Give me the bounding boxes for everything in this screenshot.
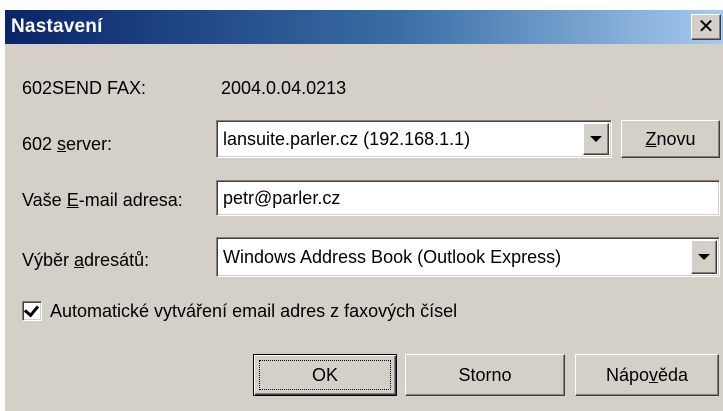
email-label: Vaše E-mail adresa: [22,190,183,210]
chevron-down-icon [590,136,602,142]
help-button[interactable]: Nápověda [575,354,719,396]
settings-dialog: Nastavení ✕ 602SEND FAX: 2004.0.04.0213 … [5,10,723,411]
auto-email-label[interactable]: Automatické vytváření email adres z faxo… [50,300,457,322]
server-select-value: lansuite.parler.cz (192.168.1.1) [223,128,471,149]
ok-button[interactable]: OK [253,354,397,396]
server-dropdown-button[interactable] [583,123,609,155]
cancel-button-label: Storno [458,364,512,385]
server-label: 602 server: [22,134,113,154]
checkmark-icon [23,301,40,318]
help-button-label: Nápověda [605,364,689,385]
fax-version-label: 602SEND FAX: [22,78,147,98]
close-icon: ✕ [697,16,715,38]
email-field-value: petr@parler.cz [223,187,341,208]
recipients-label: Výběr adresátů: [22,250,150,270]
cancel-button[interactable]: Storno [405,354,565,396]
recipients-dropdown-button[interactable] [691,240,717,274]
email-field[interactable]: petr@parler.cz [216,180,720,216]
recipients-select[interactable]: Windows Address Book (Outlook Express) [216,237,720,277]
chevron-down-icon [698,254,710,260]
close-button[interactable]: ✕ [691,14,721,40]
fax-version-value: 2004.0.04.0213 [221,78,347,98]
auto-email-checkbox[interactable] [22,301,42,321]
refresh-button[interactable]: Znovu [621,120,720,158]
focus-rect [259,360,391,390]
dialog-title: Nastavení [11,16,103,37]
refresh-button-label: Znovu [645,128,696,149]
title-bar[interactable]: Nastavení ✕ [5,10,723,44]
server-select[interactable]: lansuite.parler.cz (192.168.1.1) [216,120,612,158]
recipients-select-value: Windows Address Book (Outlook Express) [223,246,562,267]
